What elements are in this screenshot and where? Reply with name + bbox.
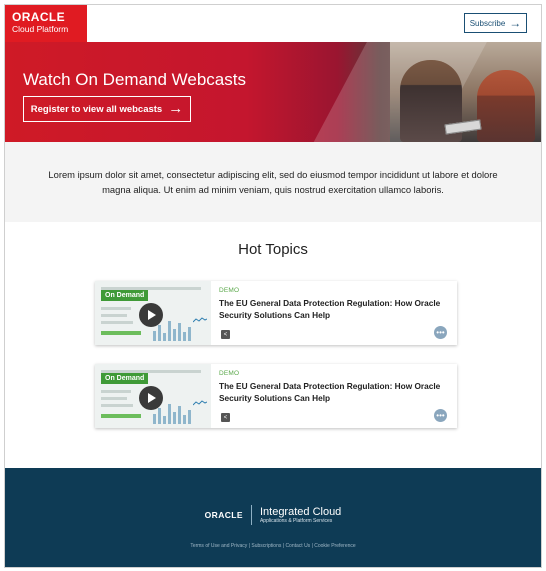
more-icon[interactable]: ••• (434, 409, 447, 422)
hot-topics-title: Hot Topics (238, 241, 308, 258)
hero-banner: Watch On Demand Webcasts Register to vie… (5, 42, 541, 142)
register-label: Register to view all webcasts (30, 103, 163, 115)
footer-logo-title: Integrated Cloud (259, 505, 342, 518)
chart-line-icon (193, 317, 207, 323)
hero-title: Watch On Demand Webcasts (23, 70, 246, 89)
logo-oracle-text: ORACLE (12, 10, 66, 24)
arrow-right-icon: → (168, 100, 184, 117)
oracle-integrated-cloud-logo[interactable]: ORACLE Integrated Cloud Applications & P… (5, 505, 541, 525)
share-icon[interactable]: < (221, 330, 230, 339)
footer-logo-subtitle: Applications & Platform Services (259, 517, 333, 524)
on-demand-badge: On Demand (101, 373, 149, 384)
subscribe-label: Subscribe (469, 18, 506, 28)
logo-divider (250, 505, 252, 525)
webcast-title[interactable]: The EU General Data Protection Regulatio… (219, 297, 449, 321)
thumb-line (101, 404, 133, 407)
thumb-line (101, 321, 133, 324)
play-icon[interactable] (139, 386, 163, 410)
thumb-line (101, 390, 131, 393)
logo-cloud-platform-text: Cloud Platform (12, 24, 69, 34)
oracle-cloud-logo[interactable]: ORACLE Cloud Platform (5, 5, 87, 42)
intro-section: Lorem ipsum dolor sit amet, consectetur … (5, 142, 541, 222)
footer-oracle-text: ORACLE (204, 510, 243, 520)
webcast-type: DEMO (219, 287, 240, 294)
thumb-line (101, 307, 131, 310)
share-icon[interactable]: < (221, 413, 230, 422)
on-demand-badge: On Demand (101, 290, 149, 301)
webcast-meta: DEMO The EU General Data Protection Regu… (219, 287, 449, 321)
subscribe-button[interactable]: Subscribe → (464, 13, 527, 33)
hero-person-woman (477, 70, 535, 142)
chart-line-icon (193, 400, 207, 406)
webcast-thumbnail[interactable]: On Demand (95, 364, 211, 428)
webcast-card[interactable]: On Demand DEMO The EU General Data Prote… (95, 364, 457, 428)
footer-links[interactable]: Terms of Use and Privacy | Subscriptions… (5, 543, 541, 549)
thumb-green-bar (101, 414, 141, 418)
webcast-thumbnail[interactable]: On Demand (95, 281, 211, 345)
thumb-green-bar (101, 331, 141, 335)
webcast-card[interactable]: On Demand DEMO The EU General Data Prote… (95, 281, 457, 345)
thumb-line (101, 314, 127, 317)
webcast-type: DEMO (219, 370, 240, 377)
thumb-line (101, 397, 127, 400)
email-page: ORACLE Cloud Platform Subscribe → Watch … (4, 4, 542, 568)
intro-text: Lorem ipsum dolor sit amet, consectetur … (48, 169, 498, 195)
footer-logo-text: Integrated Cloud Applications & Platform… (260, 506, 341, 525)
more-icon[interactable]: ••• (434, 326, 447, 339)
arrow-right-icon: → (509, 16, 522, 30)
webcast-meta: DEMO The EU General Data Protection Regu… (219, 370, 449, 404)
play-icon[interactable] (139, 303, 163, 327)
header: ORACLE Cloud Platform Subscribe → (5, 5, 541, 43)
register-button[interactable]: Register to view all webcasts → (23, 96, 191, 122)
webcast-title[interactable]: The EU General Data Protection Regulatio… (219, 380, 449, 404)
footer: ORACLE Integrated Cloud Applications & P… (5, 468, 541, 567)
